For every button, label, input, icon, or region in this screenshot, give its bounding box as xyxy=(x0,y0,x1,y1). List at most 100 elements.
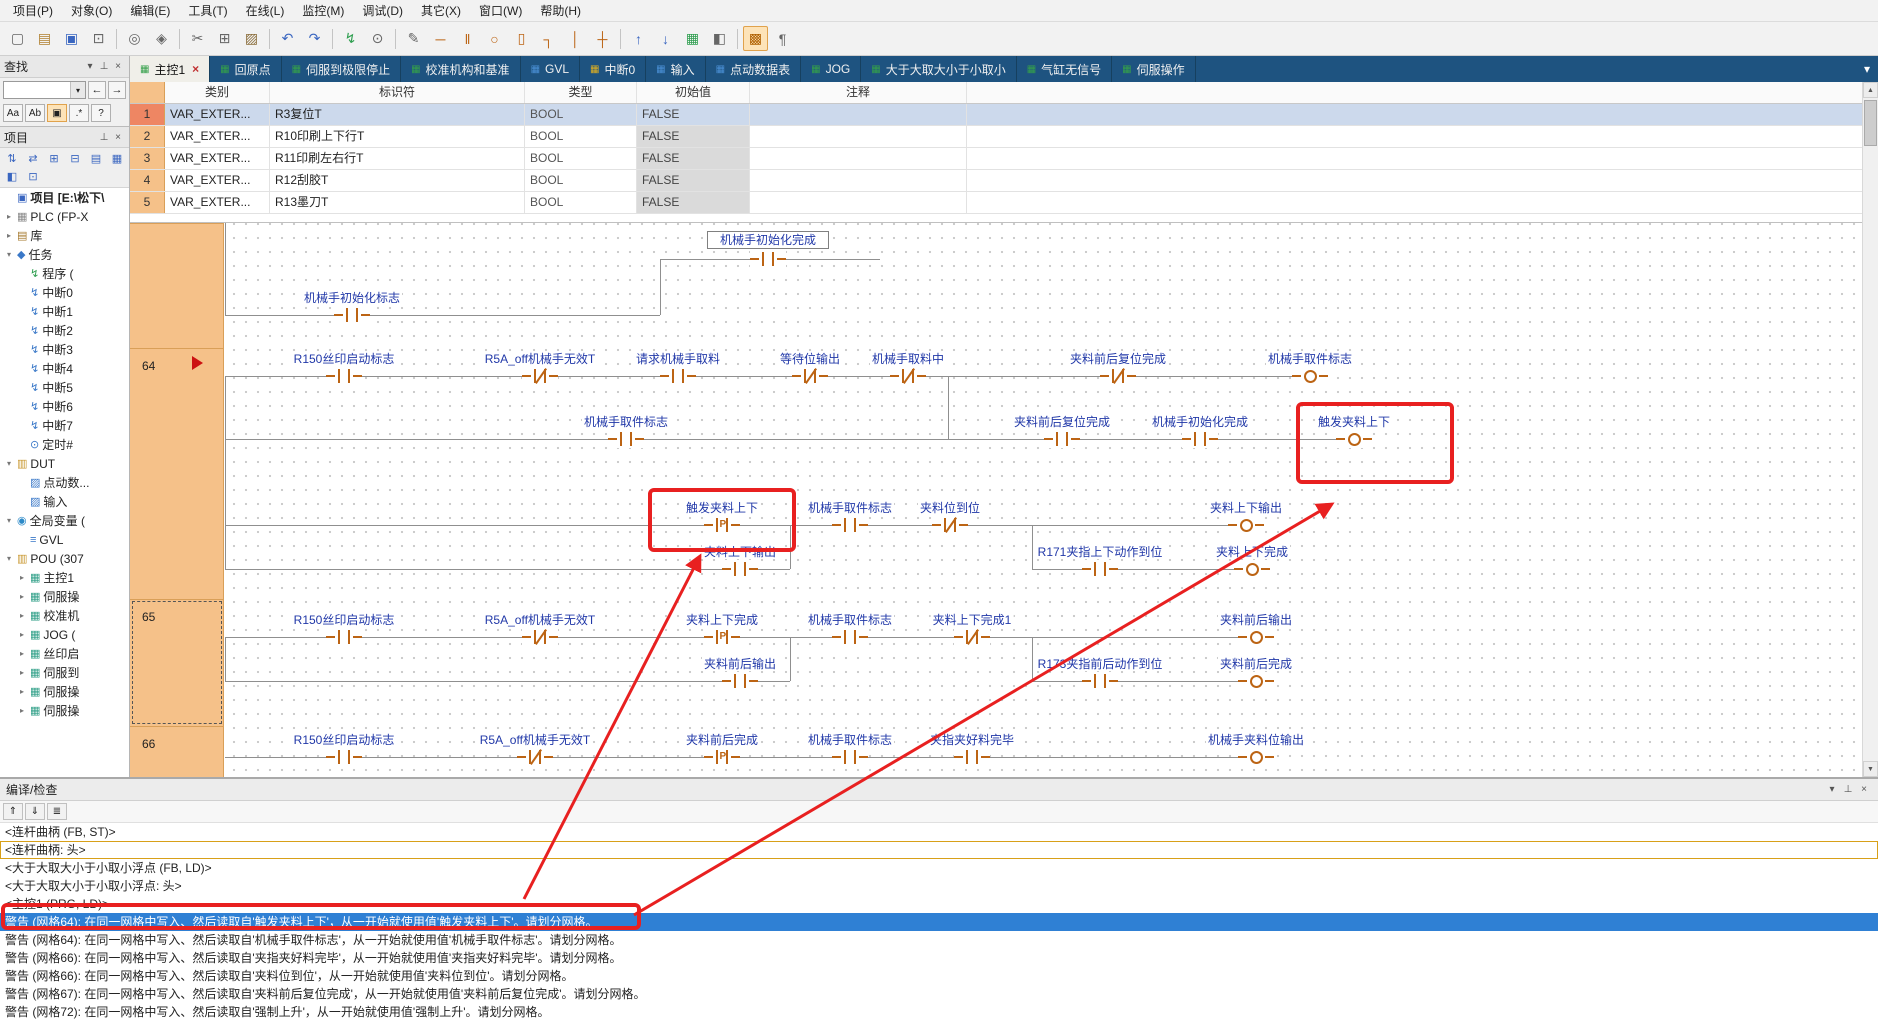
ladder-element-label[interactable]: 机械手初始化标志 xyxy=(302,291,402,305)
ladder-element-label[interactable]: R5A_off机械手无效T xyxy=(483,352,597,366)
filter-messages-icon[interactable]: ≣ xyxy=(47,803,67,820)
open-file-icon[interactable]: ▤ xyxy=(32,26,57,51)
ladder-contact-icon[interactable] xyxy=(1182,430,1218,448)
ladder-contact-icon[interactable] xyxy=(832,748,868,766)
pin-icon[interactable]: ⊥ xyxy=(97,61,111,72)
ladder-element-label[interactable]: 夹料上下完成1 xyxy=(931,613,1014,627)
ladder-coil[interactable] xyxy=(1238,748,1274,766)
ladder-contact-icon[interactable] xyxy=(1082,672,1118,690)
watch-window-icon[interactable]: ◧ xyxy=(707,26,732,51)
ladder-element-label[interactable]: 机械手取件标志 xyxy=(806,613,894,627)
search-scope-icon[interactable]: ▣ xyxy=(47,104,67,122)
ladder-contact-icon[interactable] xyxy=(334,306,370,324)
ladder-element-label[interactable]: 机械手取件标志 xyxy=(582,415,670,429)
scroll-down-icon[interactable]: ▼ xyxy=(1863,761,1878,777)
tree-expand-icon[interactable]: ▸ xyxy=(17,592,27,601)
tree-expand-icon[interactable]: ▾ xyxy=(4,459,14,468)
ladder-contact-icon[interactable] xyxy=(722,560,758,578)
type-cell[interactable]: BOOL xyxy=(525,148,637,169)
ladder-contact-nc-icon[interactable] xyxy=(517,748,553,766)
ladder-element-label[interactable]: 等待位输出 xyxy=(778,352,842,366)
tab[interactable]: ▦伺服操作 xyxy=(1112,56,1195,82)
type-cell[interactable]: BOOL xyxy=(525,126,637,147)
ladder-element-label[interactable]: 机械手夹料位输出 xyxy=(1206,733,1306,747)
ladder-element-label[interactable]: 触发夹料上下 xyxy=(684,501,760,515)
close-panel-icon[interactable]: × xyxy=(111,132,125,143)
message-row[interactable]: 警告 (网格67): 在同一网格中写入、然后读取自'夹料前后复位完成'，从一开始… xyxy=(0,985,1878,1003)
copy-item-icon[interactable]: ▦ xyxy=(107,150,127,167)
comment-cell[interactable] xyxy=(750,192,967,213)
prev-network-icon[interactable]: ↑ xyxy=(626,26,651,51)
menu-item[interactable]: 窗口(W) xyxy=(470,0,531,21)
regex-icon[interactable]: .* xyxy=(69,104,89,122)
tree-item[interactable]: ▾◉全局变量 ( xyxy=(0,511,129,530)
match-case-icon[interactable]: Aa xyxy=(3,104,23,122)
ladder-coil[interactable] xyxy=(1292,367,1328,385)
menu-item[interactable]: 其它(X) xyxy=(412,0,470,21)
ladder-coil[interactable] xyxy=(1234,560,1270,578)
ladder-contact-p-icon[interactable] xyxy=(704,516,740,534)
ladder-element-label[interactable]: 夹指夹好料完毕 xyxy=(928,733,1016,747)
ladder-contact-icon[interactable] xyxy=(326,628,362,646)
message-row[interactable]: 警告 (网格66): 在同一网格中写入、然后读取自'夹料位到位'，从一开始就使用… xyxy=(0,967,1878,985)
tree-expand-icon[interactable]: ▸ xyxy=(17,706,27,715)
menu-item[interactable]: 工具(T) xyxy=(179,0,236,21)
ladder-contact-icon[interactable] xyxy=(832,516,868,534)
ladder-element-label[interactable]: 夹料上下输出 xyxy=(702,545,778,559)
type-cell[interactable]: BOOL xyxy=(525,170,637,191)
prev-message-icon[interactable]: ⇑ xyxy=(3,803,23,820)
tree-item[interactable]: ▸▦JOG ( xyxy=(0,625,129,644)
paste-icon[interactable]: ▨ xyxy=(239,26,264,51)
menu-item[interactable]: 监控(M) xyxy=(293,0,353,21)
tree-item[interactable]: ↯中断4 xyxy=(0,359,129,378)
ladder-element-label[interactable]: 机械手初始化完成 xyxy=(707,231,829,249)
ladder-contact-nc-icon[interactable] xyxy=(522,628,558,646)
offline-mode-icon[interactable]: ⊙ xyxy=(365,26,390,51)
collapse-all-icon[interactable]: ⊟ xyxy=(65,150,85,167)
ladder-element-label[interactable]: 机械手取件标志 xyxy=(806,733,894,747)
tree-expand-icon[interactable]: ▸ xyxy=(17,611,27,620)
tree-item[interactable]: ↯程序 ( xyxy=(0,264,129,283)
ladder-element-label[interactable]: 夹料上下输出 xyxy=(1208,501,1284,515)
identifier-cell[interactable]: R11印刷左右行T xyxy=(270,148,525,169)
tab[interactable]: ▦JOG xyxy=(801,56,861,82)
new-item-icon[interactable]: ▤ xyxy=(86,150,106,167)
tree-item[interactable]: ▸▦主控1 xyxy=(0,568,129,587)
print-icon[interactable]: ⊡ xyxy=(86,26,111,51)
ladder-element-label[interactable]: 机械手初始化完成 xyxy=(1150,415,1250,429)
redo-icon[interactable]: ↷ xyxy=(302,26,327,51)
tree-expand-icon[interactable]: ▸ xyxy=(4,212,14,221)
close-tab-icon[interactable]: × xyxy=(192,62,199,76)
comment-cell[interactable] xyxy=(750,126,967,147)
tree-item[interactable]: ▾▥DUT xyxy=(0,454,129,473)
tree-item[interactable]: ▸▦伺服操 xyxy=(0,682,129,701)
formatting-marks-icon[interactable]: ¶ xyxy=(770,26,795,51)
ladder-editor[interactable]: 646566 机械手初始化完成机械手初始化标志R150丝印启动标志R5A_off… xyxy=(130,222,1862,778)
find-input[interactable] xyxy=(4,82,70,98)
col-header-comment[interactable]: 注释 xyxy=(750,82,967,103)
initial-value-cell[interactable]: FALSE xyxy=(637,170,750,191)
identifier-cell[interactable]: R3复位T xyxy=(270,104,525,125)
tab[interactable]: ▦大于大取大小于小取小 xyxy=(861,56,1016,82)
comment-cell[interactable] xyxy=(750,148,967,169)
ladder-contact-nc-icon[interactable] xyxy=(932,516,968,534)
tree-item[interactable]: ↯中断3 xyxy=(0,340,129,359)
ladder-element-label[interactable]: 夹料前后完成 xyxy=(1218,657,1294,671)
online-mode-icon[interactable]: ↯ xyxy=(338,26,363,51)
tree-item[interactable]: ↯中断1 xyxy=(0,302,129,321)
ladder-element-label[interactable]: 夹料前后复位完成 xyxy=(1012,415,1112,429)
scrollbar-thumb[interactable] xyxy=(1864,100,1877,146)
pin-icon[interactable]: ⊥ xyxy=(97,132,111,143)
tree-item[interactable]: ▸▦校准机 xyxy=(0,606,129,625)
tree-item[interactable]: ⊙定时# xyxy=(0,435,129,454)
expand-all-icon[interactable]: ⊞ xyxy=(44,150,64,167)
ladder-contact-nc-icon[interactable] xyxy=(792,367,828,385)
ladder-coil[interactable] xyxy=(1228,516,1264,534)
pin-icon[interactable]: ⊥ xyxy=(1840,784,1856,795)
new-file-icon[interactable]: ▢ xyxy=(5,26,30,51)
category-cell[interactable]: VAR_EXTER... xyxy=(165,126,270,147)
tab[interactable]: ▦伺服到极限停止 xyxy=(282,56,401,82)
dropdown-icon[interactable]: ▾ xyxy=(1824,784,1840,795)
close-panel-icon[interactable]: × xyxy=(1856,784,1872,795)
category-cell[interactable]: VAR_EXTER... xyxy=(165,104,270,125)
